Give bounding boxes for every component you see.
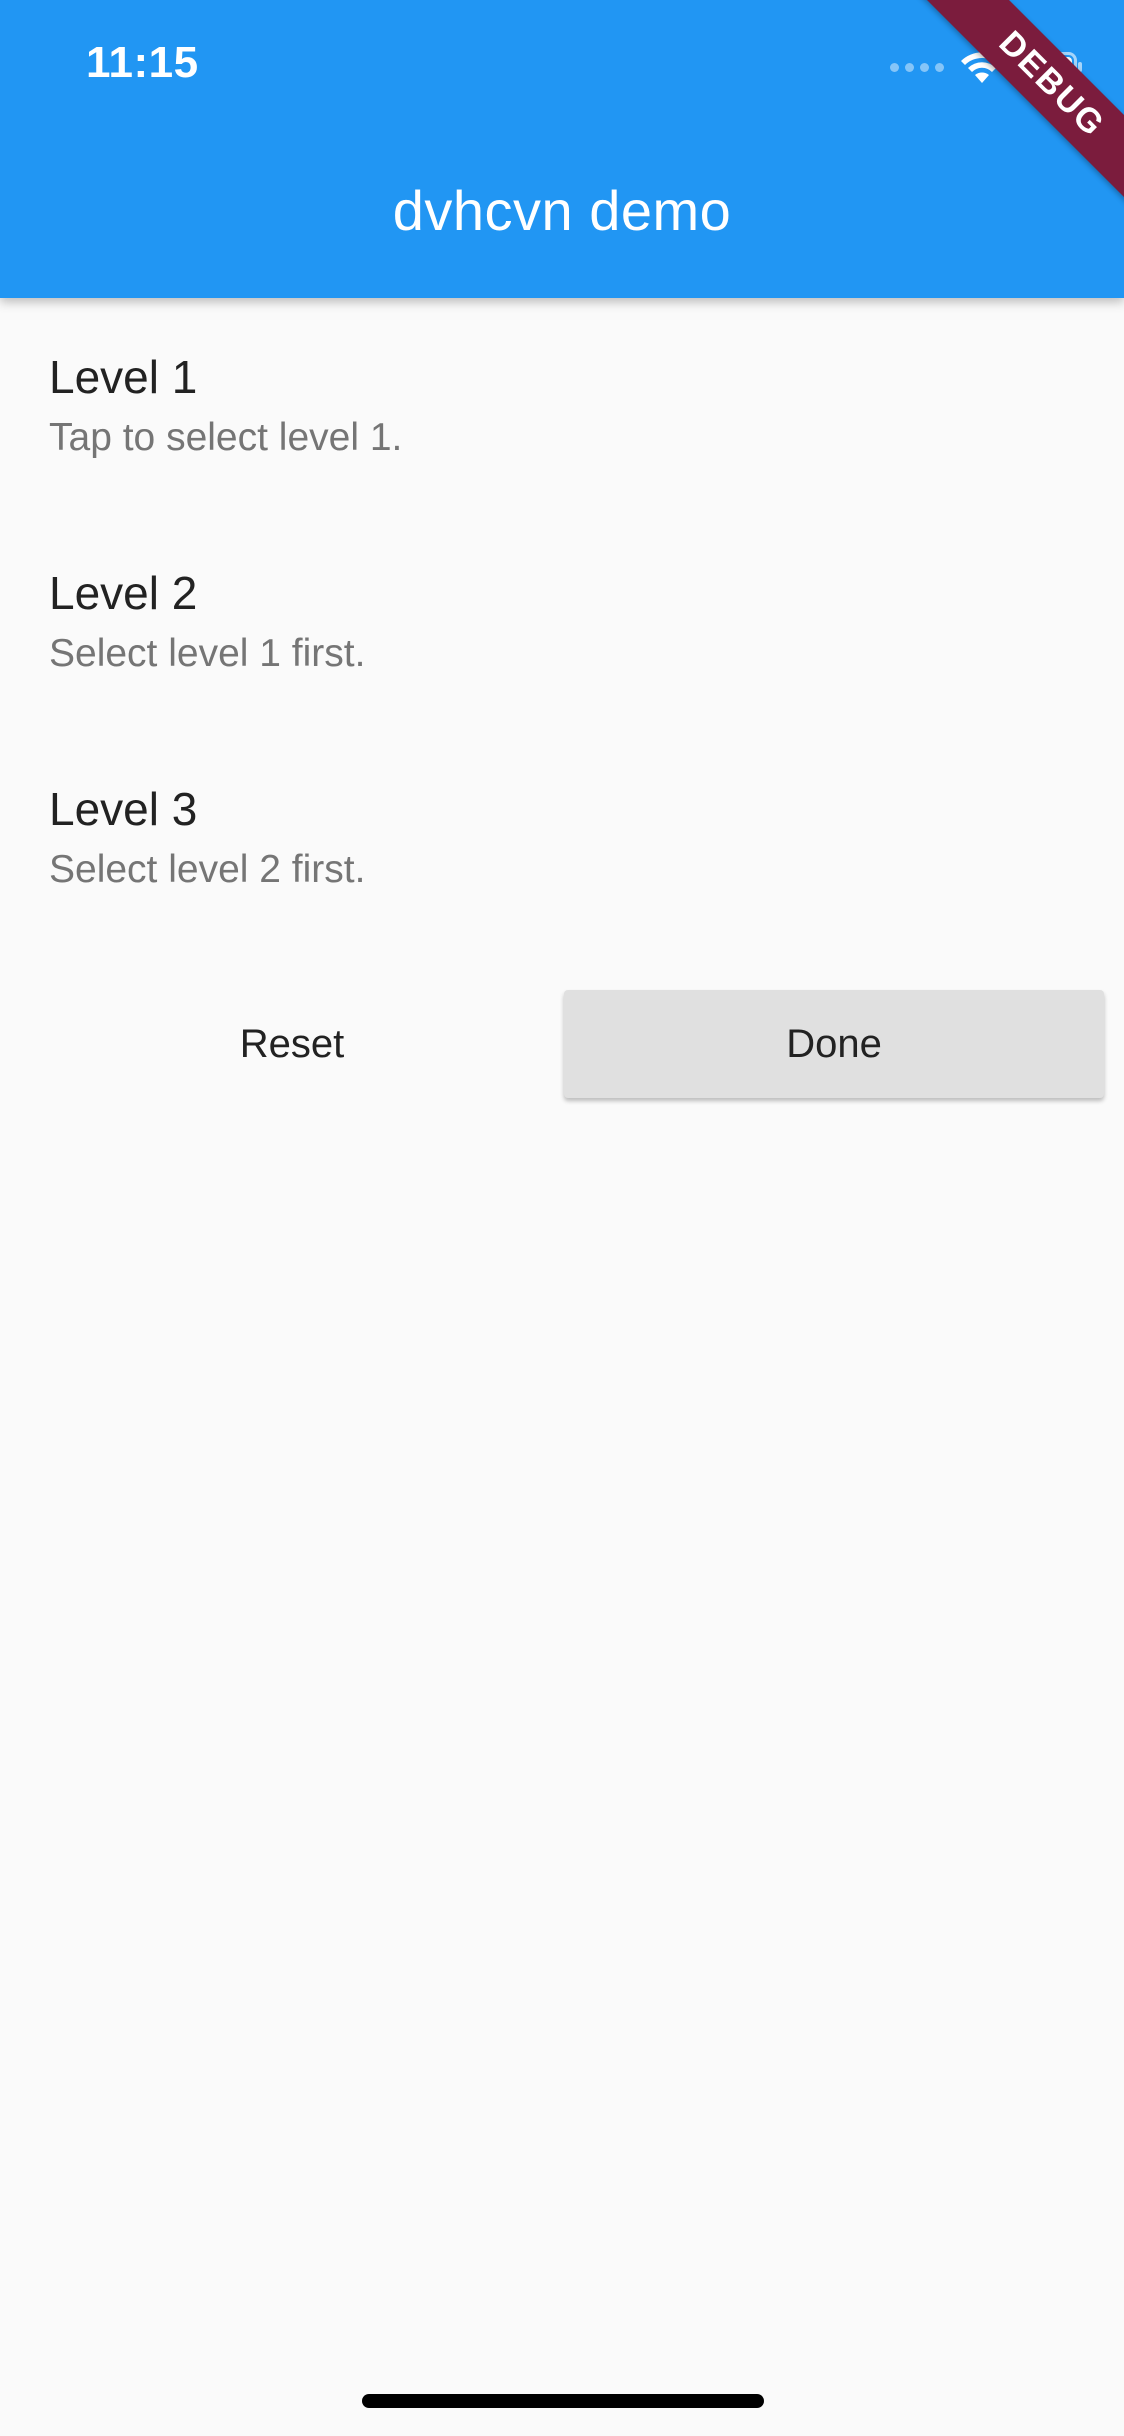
action-buttons: Reset Done — [22, 990, 1104, 1098]
app-bar: 11:15 dvhcvn demo DEBUG — [0, 0, 1124, 298]
cellular-signal-icon — [890, 62, 944, 72]
app-title: dvhcvn demo — [392, 179, 732, 242]
level-1-tile[interactable]: Level 1 Tap to select level 1. — [0, 298, 1124, 514]
level-2-subtitle: Select level 1 first. — [49, 632, 366, 675]
reset-button[interactable]: Reset — [22, 990, 562, 1098]
level-1-subtitle: Tap to select level 1. — [49, 416, 403, 459]
done-button[interactable]: Done — [564, 990, 1104, 1098]
level-2-tile[interactable]: Level 2 Select level 1 first. — [0, 514, 1124, 730]
level-1-title: Level 1 — [49, 351, 198, 403]
level-2-title: Level 2 — [49, 567, 198, 619]
level-3-subtitle: Select level 2 first. — [49, 848, 366, 891]
level-3-title: Level 3 — [49, 783, 198, 835]
home-indicator[interactable] — [362, 2394, 764, 2408]
level-3-tile[interactable]: Level 3 Select level 2 first. — [0, 730, 1124, 946]
status-time: 11:15 — [86, 38, 199, 87]
level-list: Level 1 Tap to select level 1. Level 2 S… — [0, 298, 1124, 946]
